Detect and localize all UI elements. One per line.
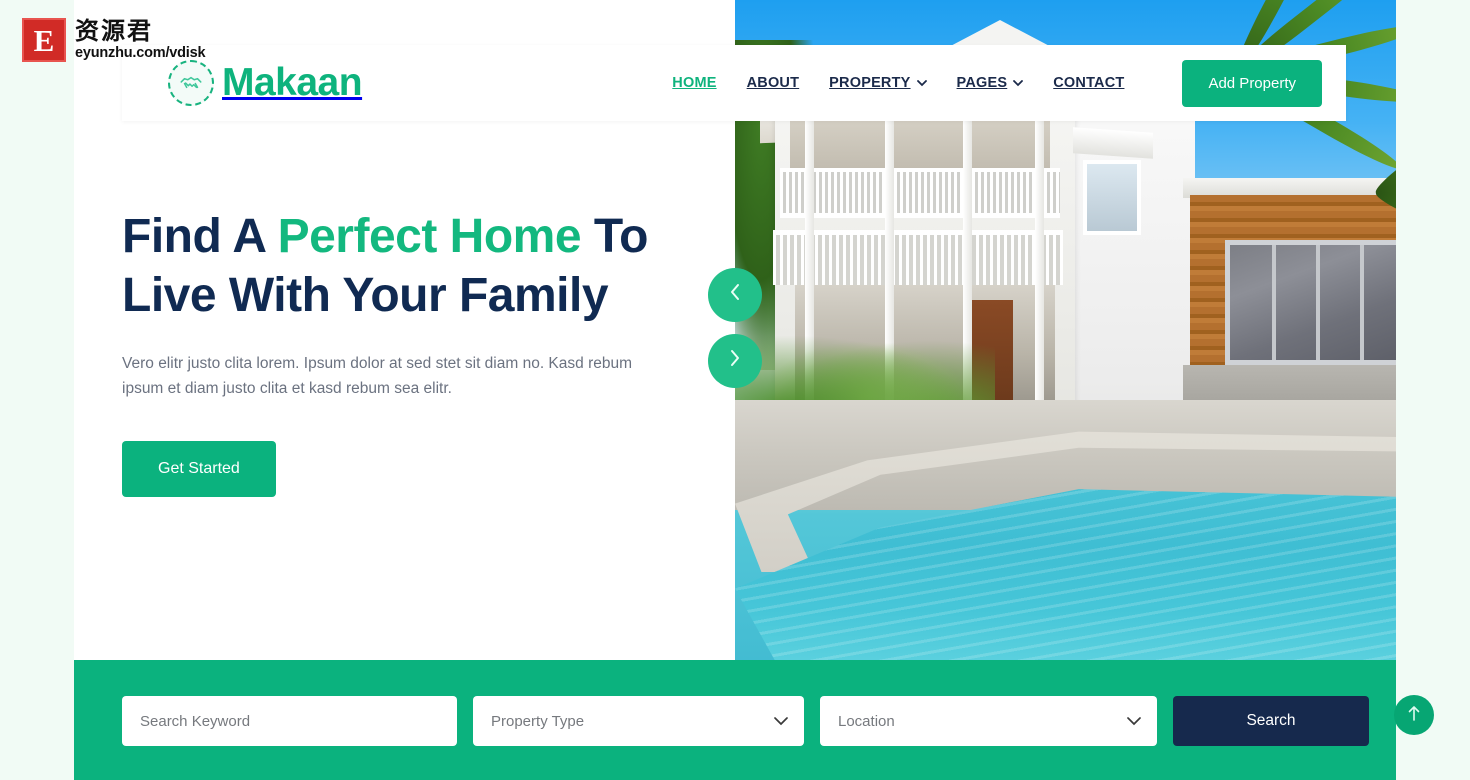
chevron-left-icon (727, 282, 743, 308)
location-value: Location (838, 712, 895, 730)
nav-item-about[interactable]: ABOUT (747, 75, 800, 91)
chevron-down-icon (916, 75, 927, 91)
watermark-logo-icon: E (22, 18, 66, 62)
brand-name: Makaan (222, 61, 363, 104)
hero-title: Find A Perfect Home To Live With Your Fa… (122, 208, 702, 325)
extension-sliding-doors (1225, 240, 1396, 365)
nav-label: HOME (672, 75, 717, 91)
chevron-right-icon (727, 348, 743, 374)
window-mullion (1360, 245, 1364, 360)
property-type-select[interactable]: Property Type (473, 696, 804, 746)
nav-label: CONTACT (1053, 75, 1125, 91)
carousel-prev-button[interactable] (708, 268, 762, 322)
page-root: Makaan HOME ABOUT PROPERTY PAGES CONTACT… (0, 0, 1470, 780)
lower-veranda-balustrade (773, 230, 1063, 285)
nav-item-contact[interactable]: CONTACT (1053, 75, 1124, 91)
site-header: Makaan HOME ABOUT PROPERTY PAGES CONTACT… (122, 45, 1346, 121)
nav-label: PAGES (956, 75, 1008, 91)
search-keyword-placeholder: Search Keyword (140, 712, 251, 730)
nav-label: ABOUT (746, 75, 800, 91)
back-to-top-button[interactable] (1394, 695, 1434, 735)
handshake-icon (168, 60, 214, 106)
hero-title-part1: Find A (122, 210, 278, 263)
hero-title-accent: Perfect Home (277, 210, 582, 263)
hero-description: Vero elitr justo clita lorem. Ipsum dolo… (122, 355, 633, 398)
window-mullion (1272, 245, 1276, 360)
property-search-bar: Search Keyword Property Type Location Se… (74, 660, 1396, 780)
chevron-down-icon (1127, 714, 1141, 729)
window-mullion (1316, 245, 1320, 360)
main-navigation: HOME ABOUT PROPERTY PAGES CONTACT Add Pr… (672, 59, 1322, 107)
carousel-next-button[interactable] (708, 334, 762, 388)
chevron-down-icon (1013, 75, 1024, 91)
nav-item-home[interactable]: HOME (672, 75, 716, 91)
veranda-ceiling-shadow (790, 120, 1050, 170)
arrow-up-icon (1407, 704, 1421, 727)
nav-item-property[interactable]: PROPERTY (829, 75, 927, 91)
search-submit-button[interactable]: Search (1173, 696, 1369, 746)
balcony-railing (780, 168, 1060, 218)
brand-logo-link[interactable]: Makaan (168, 60, 363, 106)
nav-item-pages[interactable]: PAGES (957, 75, 1024, 91)
get-started-button[interactable]: Get Started (122, 441, 276, 498)
nav-label: PROPERTY (829, 75, 911, 91)
hero-text-block: Find A Perfect Home To Live With Your Fa… (122, 208, 702, 498)
chevron-down-icon (774, 714, 788, 729)
add-property-button[interactable]: Add Property (1182, 59, 1322, 107)
search-keyword-field[interactable]: Search Keyword (122, 696, 457, 746)
veranda-post (1035, 110, 1044, 406)
location-select[interactable]: Location (820, 696, 1157, 746)
property-type-value: Property Type (491, 712, 585, 730)
